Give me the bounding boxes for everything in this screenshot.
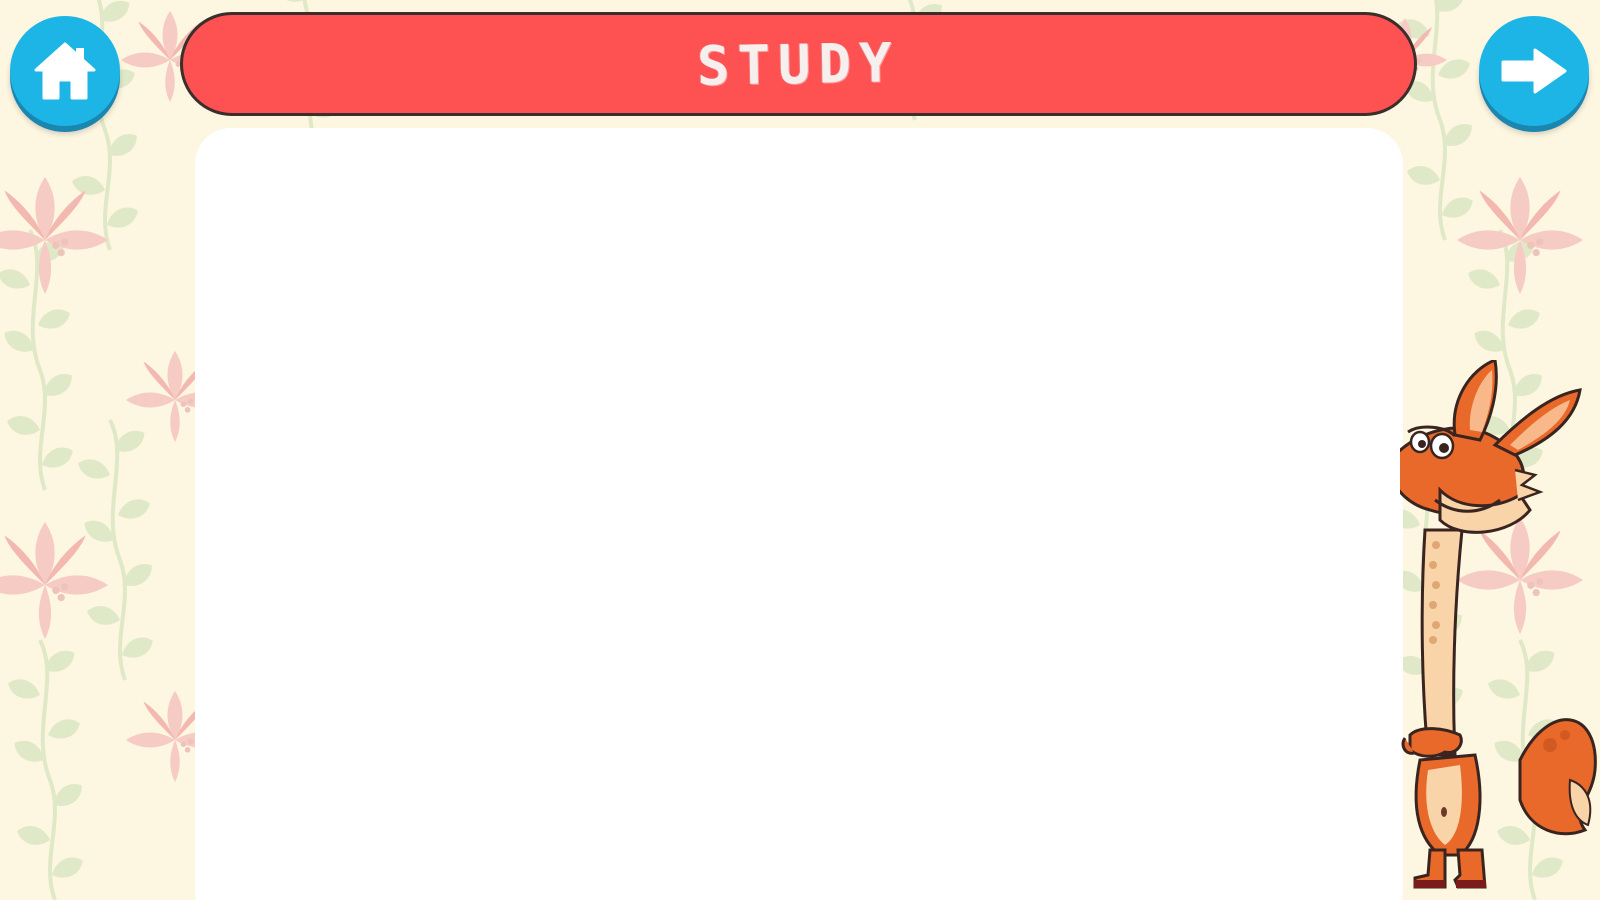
study-content-panel	[195, 128, 1403, 900]
next-button[interactable]	[1479, 16, 1589, 126]
arrow-right-icon	[1499, 46, 1569, 96]
title-banner: STUDY	[180, 12, 1417, 116]
fox-giraffe-mascot	[1400, 360, 1597, 889]
page-title: STUDY	[696, 30, 901, 98]
home-button[interactable]	[10, 16, 120, 126]
home-icon	[32, 40, 98, 102]
